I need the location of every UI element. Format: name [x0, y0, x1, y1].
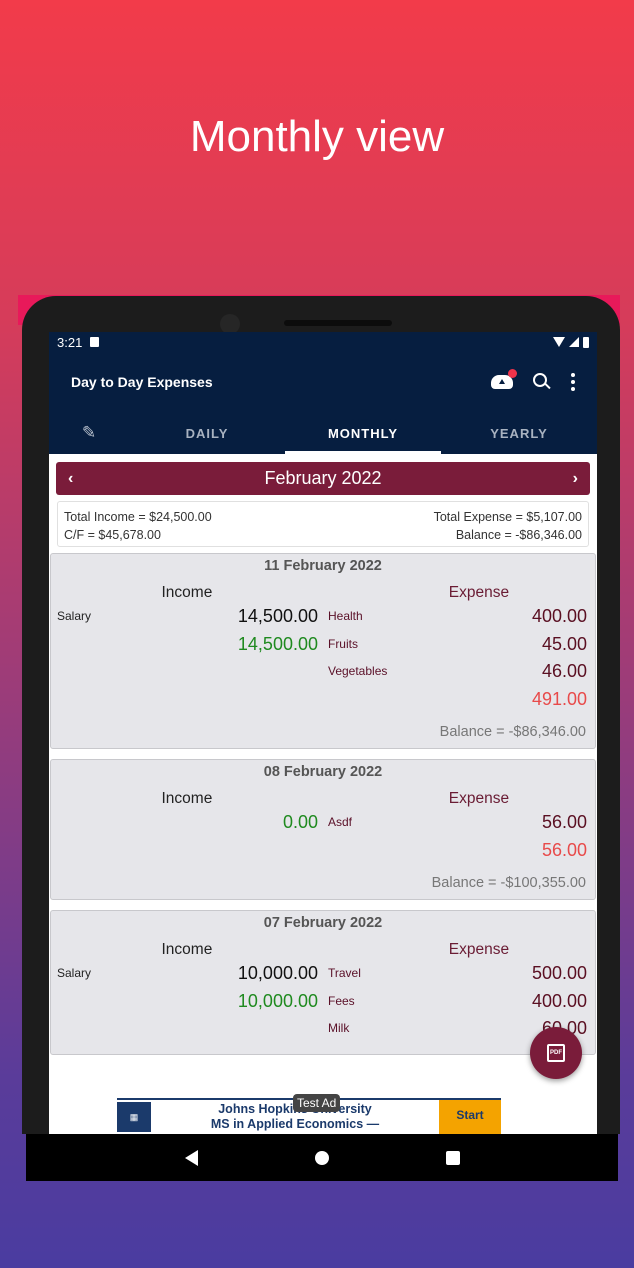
expense-row: Fruits 45.00 [326, 634, 595, 662]
expense-category: Health [327, 609, 363, 623]
card-balance: Balance = -$86,346.00 [439, 724, 586, 740]
export-pdf-button[interactable]: PDF [530, 1027, 582, 1079]
income-row: Salary 14,500.00 [51, 606, 326, 634]
search-icon[interactable] [533, 373, 551, 391]
status-time: 3:21 [57, 334, 83, 350]
income-total: 10,000.00 [237, 990, 318, 1011]
income-total: 14,500.00 [237, 633, 318, 654]
expense-category: Travel [327, 966, 361, 980]
expense-amount: 400.00 [531, 990, 587, 1011]
expense-amount: 500.00 [531, 963, 587, 983]
card-balance: Balance = -$100,355.00 [431, 875, 586, 891]
day-card[interactable]: 07 February 2022 Income Expense Salary 1… [50, 910, 596, 1055]
expense-row: Health 400.00 [326, 606, 595, 634]
expense-total: 491.00 [531, 688, 587, 709]
camera-icon [220, 314, 240, 334]
recents-icon[interactable] [445, 1150, 460, 1165]
day-card[interactable]: 11 February 2022 Income Expense Salary 1… [50, 553, 596, 749]
expense-heading: Expense [448, 790, 510, 807]
cloud-upload-icon[interactable] [491, 369, 517, 389]
expense-category: Asdf [327, 815, 352, 829]
pdf-icon: PDF [547, 1044, 565, 1062]
total-expense: Total Expense = $5,107.00 [433, 510, 582, 524]
ad-area: ▦ Johns Hopkins University MS in Applied… [49, 1092, 597, 1134]
battery-icon [583, 336, 589, 348]
summary-balance: Balance = -$86,346.00 [455, 528, 582, 542]
day-card[interactable]: 08 February 2022 Income Expense 0.00 Asd… [50, 759, 596, 900]
card-date: 07 February 2022 [263, 915, 383, 931]
wifi-icon [553, 337, 565, 347]
income-total-row: 10,000.00 [51, 991, 326, 1019]
total-income: Total Income = $24,500.00 [64, 510, 212, 524]
income-amount: 14,500.00 [237, 606, 318, 626]
expense-category: Fees [327, 993, 355, 1008]
income-total: 0.00 [282, 812, 318, 832]
chevron-right-icon[interactable]: › [573, 470, 578, 488]
card-date: 11 February 2022 [264, 558, 382, 574]
monthly-summary: Total Income = $24,500.00 C/F = $45,678.… [57, 501, 589, 547]
ad-line-2: MS in Applied Economics — [210, 1117, 380, 1131]
income-heading: Income [161, 941, 213, 958]
notification-dot [508, 369, 517, 378]
tab-yearly[interactable]: YEARLY [441, 412, 597, 454]
expense-amount: 400.00 [531, 606, 587, 626]
expense-category: Fruits [327, 636, 358, 651]
speaker-grille [284, 320, 392, 326]
sd-card-icon [90, 337, 100, 347]
expense-amount: 46.00 [541, 661, 587, 681]
back-icon[interactable] [184, 1149, 198, 1166]
promo-title: Monthly view [189, 112, 445, 161]
pencil-icon[interactable]: ✎ [49, 412, 129, 454]
expense-row: Travel 500.00 [326, 963, 595, 991]
system-nav-bar [26, 1134, 618, 1181]
expense-total: 56.00 [541, 839, 587, 860]
income-total-row: 14,500.00 [51, 634, 326, 662]
app-screen: 3:21 Day to Day Expenses ✎ DAILY MONTHLY… [49, 332, 597, 1134]
tab-bar: ✎ DAILY MONTHLY YEARLY [49, 412, 597, 454]
expense-heading: Expense [448, 584, 510, 601]
income-category: Salary [57, 966, 92, 980]
tab-monthly[interactable]: MONTHLY [285, 412, 441, 454]
day-cards: 11 February 2022 Income Expense Salary 1… [49, 553, 597, 1065]
income-category: Salary [57, 609, 92, 623]
app-bar: Day to Day Expenses [49, 352, 597, 412]
expense-category: Milk [327, 1021, 350, 1035]
test-ad-label: Test Ad [293, 1094, 341, 1112]
month-navigator: ‹ February 2022 › [56, 462, 590, 495]
expense-row: Fees 400.00 [326, 991, 595, 1019]
ad-cta-button[interactable]: Start [439, 1100, 501, 1134]
expense-row: Vegetables 46.00 [326, 661, 595, 689]
expense-category: Vegetables [327, 664, 388, 678]
income-total-row: 0.00 [51, 812, 326, 840]
income-heading: Income [161, 790, 213, 807]
expense-row: Asdf 56.00 [326, 812, 595, 840]
income-heading: Income [161, 584, 213, 601]
expense-heading: Expense [448, 941, 510, 958]
signal-icon [569, 337, 579, 347]
month-label: February 2022 [264, 468, 382, 488]
carry-forward: C/F = $45,678.00 [64, 528, 161, 542]
app-title: Day to Day Expenses [71, 374, 213, 390]
income-amount: 10,000.00 [237, 963, 318, 983]
more-options-icon[interactable] [571, 373, 575, 391]
expense-total-row: 491.00 [326, 689, 595, 717]
status-bar: 3:21 [49, 332, 597, 352]
expense-total-row: 56.00 [326, 840, 595, 868]
home-icon[interactable] [314, 1150, 329, 1165]
ad-logo: ▦ [117, 1102, 151, 1132]
expense-amount: 56.00 [541, 812, 587, 832]
chevron-left-icon[interactable]: ‹ [68, 470, 73, 488]
tab-daily[interactable]: DAILY [129, 412, 285, 454]
expense-amount: 45.00 [541, 633, 587, 654]
income-row: Salary 10,000.00 [51, 963, 326, 991]
card-date: 08 February 2022 [263, 764, 383, 780]
